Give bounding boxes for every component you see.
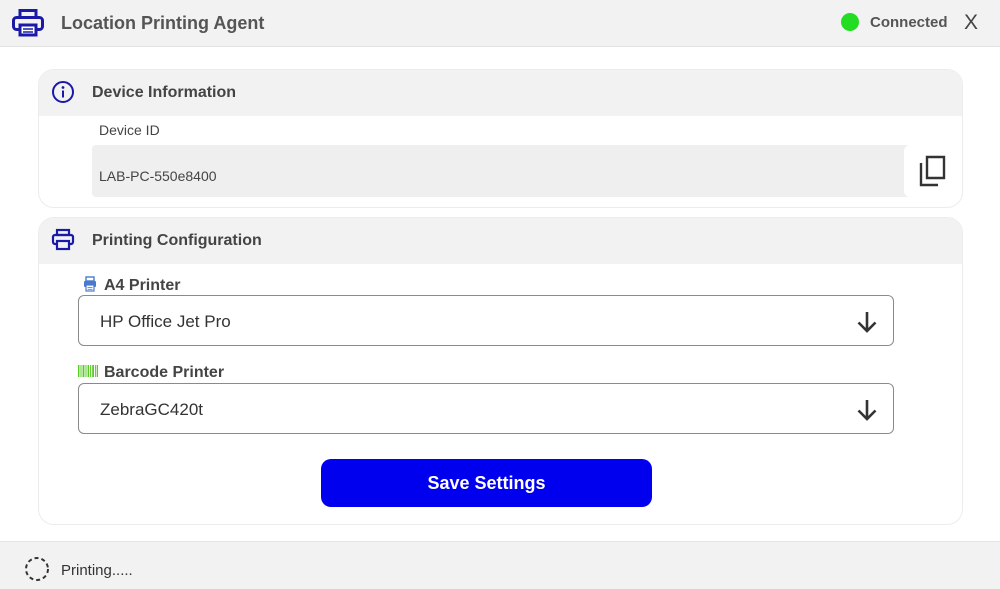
- device-information-card: Device Information Device ID LAB-PC-550e…: [38, 69, 963, 208]
- spinner-icon: [25, 557, 49, 581]
- close-button[interactable]: X: [960, 11, 982, 35]
- barcode-printer-selected-value: ZebraGC420t: [100, 400, 203, 419]
- connection-status-text: Connected: [870, 14, 948, 31]
- save-settings-button[interactable]: Save Settings: [321, 459, 652, 507]
- barcode-printer-select[interactable]: ZebraGC420t: [78, 383, 894, 434]
- barcode-icon: [78, 365, 98, 377]
- printing-configuration-card: Printing Configuration A4 Printer HP Off…: [38, 217, 963, 525]
- printing-configuration-title: Printing Configuration: [92, 232, 262, 249]
- barcode-printer-label: Barcode Printer: [104, 364, 225, 381]
- a4-printer-label: A4 Printer: [104, 277, 181, 294]
- printer-icon: [51, 228, 75, 251]
- device-id-label: Device ID: [99, 122, 160, 138]
- printing-configuration-header: Printing Configuration: [39, 218, 962, 264]
- device-information-title: Device Information: [92, 84, 237, 101]
- arrow-down-icon: [857, 400, 877, 421]
- status-message: Printing.....: [61, 562, 133, 579]
- printer-icon: [12, 9, 44, 37]
- device-id-value: LAB-PC-550e8400: [99, 168, 217, 184]
- a4-printer-selected-value: HP Office Jet Pro: [100, 312, 231, 331]
- title-bar: Location Printing Agent Connected X: [0, 0, 1000, 47]
- device-information-header: Device Information: [39, 70, 962, 116]
- device-id-field: LAB-PC-550e8400: [92, 145, 962, 197]
- copy-button[interactable]: [904, 145, 962, 197]
- copy-icon: [919, 155, 946, 187]
- printer-small-icon: [84, 276, 96, 292]
- app-title: Location Printing Agent: [61, 13, 265, 33]
- status-bar: Printing.....: [0, 541, 1000, 589]
- arrow-down-icon: [857, 312, 877, 333]
- info-icon: [52, 81, 74, 103]
- a4-printer-select[interactable]: HP Office Jet Pro: [78, 295, 894, 346]
- connection-status-indicator: [841, 13, 859, 31]
